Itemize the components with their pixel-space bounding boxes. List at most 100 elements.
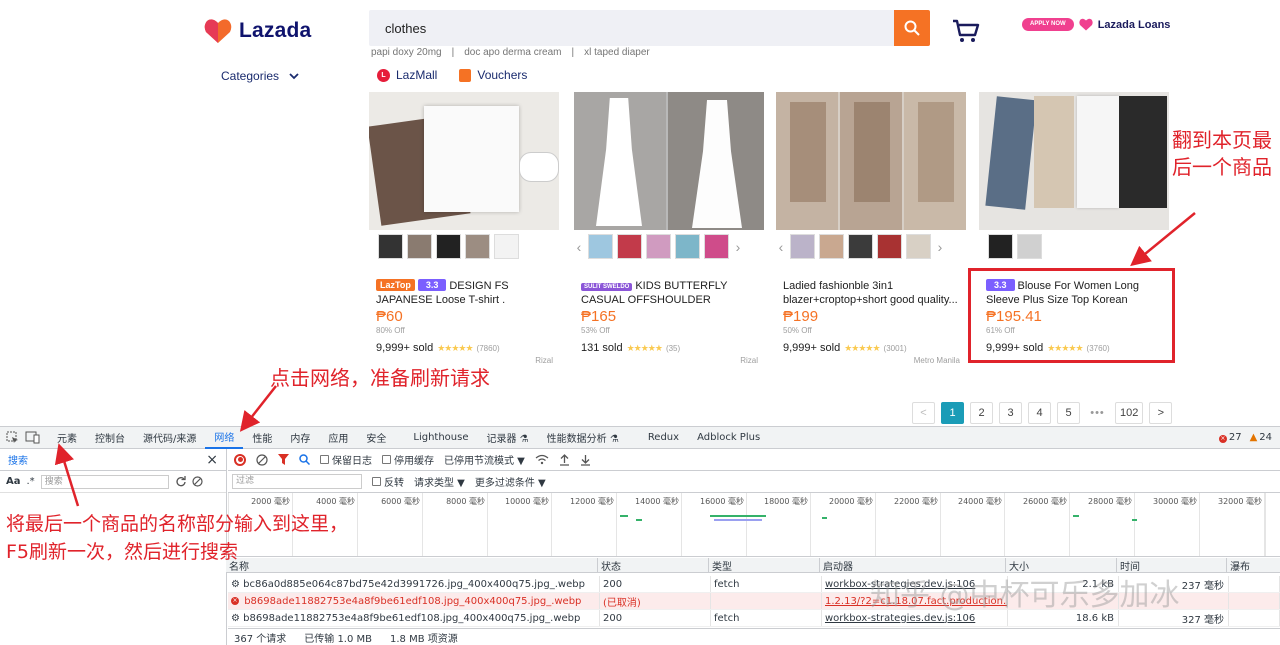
product-card[interactable]: ‹ › Ladied fashionble 3in1 blazer+cropto… — [776, 92, 966, 365]
lazmall-link[interactable]: L LazMall — [377, 68, 437, 82]
product-name[interactable]: Ladied fashionble 3in1 blazer+croptop+sh… — [783, 279, 961, 307]
thumbnail[interactable] — [704, 234, 729, 259]
record-icon[interactable] — [234, 453, 246, 466]
vouchers-link[interactable]: Vouchers — [459, 68, 527, 82]
product-image[interactable] — [776, 92, 966, 230]
invert-checkbox[interactable]: 反转 — [372, 474, 404, 489]
suggestion-link[interactable]: doc apo derma cream — [464, 47, 561, 58]
thumbnail[interactable] — [378, 234, 403, 259]
tick-label: 32000 毫秒 — [1218, 497, 1262, 506]
product-name[interactable]: LazTop 3.3 DESIGN FS JAPANESE Loose T-shir… — [376, 279, 554, 307]
product-price: ₱60 — [376, 308, 403, 325]
refresh-icon[interactable] — [175, 476, 186, 487]
devtools-search-input[interactable]: 搜索 — [40, 474, 169, 489]
inspect-icon[interactable] — [6, 431, 19, 444]
close-icon[interactable]: × — [206, 452, 218, 468]
column-status[interactable]: 状态 — [598, 558, 709, 572]
tick-label: 6000 毫秒 — [381, 497, 420, 506]
tab-performance-insights[interactable]: 性能数据分析 ⚗ — [538, 427, 628, 449]
product-image[interactable] — [574, 92, 764, 230]
download-icon[interactable] — [580, 454, 591, 466]
throttle-select[interactable]: 已停用节流模式 ▼ — [444, 452, 525, 467]
search-panel-title[interactable]: 搜索 — [8, 452, 28, 467]
tab-memory[interactable]: 内存 — [281, 427, 319, 449]
product-card[interactable]: LazTop 3.3 DESIGN FS JAPANESE Loose T-shir… — [369, 92, 559, 365]
thumbnail[interactable] — [819, 234, 844, 259]
error-counter[interactable]: × 27 — [1218, 432, 1242, 443]
next-page-button[interactable]: > — [1149, 402, 1173, 424]
thumbnail[interactable] — [906, 234, 931, 259]
product-card[interactable]: ‹ › SULIT SWELDO KIDS BUTTERFLY CASUAL OF… — [574, 92, 764, 365]
chevron-left-icon[interactable]: ‹ — [574, 239, 584, 255]
thumbnail[interactable] — [407, 234, 432, 259]
thumbnail[interactable] — [675, 234, 700, 259]
search-button[interactable] — [894, 10, 930, 46]
page-button[interactable]: 3 — [999, 402, 1022, 424]
thumbnail[interactable] — [1017, 234, 1042, 259]
request-type — [711, 593, 822, 609]
column-waterfall[interactable]: 瀑布 — [1227, 558, 1278, 573]
sweldo-badge: SULIT SWELDO — [581, 283, 633, 291]
device-toggle-icon[interactable] — [25, 431, 40, 444]
tab-recorder[interactable]: 记录器 ⚗ — [478, 427, 538, 449]
tab-security[interactable]: 安全 — [357, 427, 395, 449]
more-filters-select[interactable]: 更多过滤条件 ▼ — [475, 474, 546, 489]
clear-icon[interactable] — [192, 476, 203, 487]
prev-page-button[interactable]: < — [912, 402, 935, 424]
filter-icon[interactable] — [278, 454, 289, 465]
tab-console[interactable]: 控制台 — [86, 427, 134, 449]
lazada-logo[interactable]: Lazada — [204, 18, 311, 44]
column-type[interactable]: 类型 — [709, 558, 820, 572]
page-button[interactable]: 5 — [1057, 402, 1080, 424]
page-button[interactable]: 1 — [941, 402, 964, 424]
page-button[interactable]: 4 — [1028, 402, 1051, 424]
request-type-select[interactable]: 请求类型 ▼ — [414, 474, 465, 489]
thumbnail[interactable] — [436, 234, 461, 259]
thumbnail[interactable] — [877, 234, 902, 259]
tab-lighthouse[interactable]: Lighthouse — [395, 427, 477, 449]
match-case-toggle[interactable]: Aa — [6, 476, 21, 487]
sold-text: 9,999+ sold — [376, 342, 434, 354]
page-button[interactable]: 102 — [1115, 402, 1144, 424]
clear-log-icon[interactable] — [256, 453, 268, 466]
thumbnail[interactable] — [465, 234, 490, 259]
thumbnail[interactable] — [790, 234, 815, 259]
chevron-right-icon[interactable]: › — [935, 239, 945, 255]
preserve-log-checkbox[interactable]: 保留日志 — [320, 452, 372, 467]
thumbnail[interactable] — [617, 234, 642, 259]
suggestion-link[interactable]: xl taped diaper — [584, 47, 650, 58]
lazada-loans-banner[interactable]: APPLY NOW Lazada Loans — [1022, 18, 1170, 31]
tab-sources[interactable]: 源代码/来源 — [134, 427, 205, 449]
thumbnail[interactable] — [588, 234, 613, 259]
chevron-right-icon[interactable]: › — [733, 239, 743, 255]
tab-elements[interactable]: 元素 — [48, 427, 86, 449]
tab-adblock-plus[interactable]: Adblock Plus — [688, 427, 769, 449]
disable-cache-checkbox[interactable]: 停用缓存 — [382, 452, 434, 467]
regex-toggle[interactable]: .* — [27, 476, 35, 487]
suggestion-link[interactable]: papi doxy 20mg — [371, 47, 442, 58]
warning-counter[interactable]: ▲ 24 — [1250, 432, 1272, 443]
search-input[interactable]: clothes — [369, 10, 894, 46]
timeline-tick: 32000 毫秒 — [1218, 493, 1266, 556]
categories-dropdown[interactable]: Categories — [221, 69, 299, 83]
page-button[interactable]: 2 — [970, 402, 993, 424]
upload-icon[interactable] — [559, 453, 570, 466]
product-name[interactable]: SULIT SWELDO KIDS BUTTERFLY CASUAL OFFSHO… — [581, 279, 759, 307]
search-icon[interactable] — [299, 454, 310, 465]
thumbnail[interactable] — [988, 234, 1013, 259]
network-toolbar: 保留日志 停用缓存 已停用节流模式 ▼ — [228, 449, 1280, 471]
chevron-left-icon[interactable]: ‹ — [776, 239, 786, 255]
tab-network[interactable]: 网络 — [205, 427, 244, 449]
cart-icon[interactable] — [952, 18, 980, 44]
thumbnail[interactable] — [646, 234, 671, 259]
thumbnail[interactable] — [494, 234, 519, 259]
product-image[interactable] — [979, 92, 1169, 230]
network-timeline[interactable]: 2000 毫秒 2000 毫秒 4000 毫秒 6000 毫秒 8000 毫秒 … — [228, 493, 1280, 557]
product-image[interactable] — [369, 92, 559, 230]
tab-performance[interactable]: 性能 — [243, 427, 281, 449]
tab-application[interactable]: 应用 — [319, 427, 357, 449]
filter-input[interactable]: 过滤 — [232, 474, 362, 489]
wifi-icon[interactable] — [535, 454, 549, 465]
thumbnail[interactable] — [848, 234, 873, 259]
tab-redux[interactable]: Redux — [628, 427, 688, 449]
